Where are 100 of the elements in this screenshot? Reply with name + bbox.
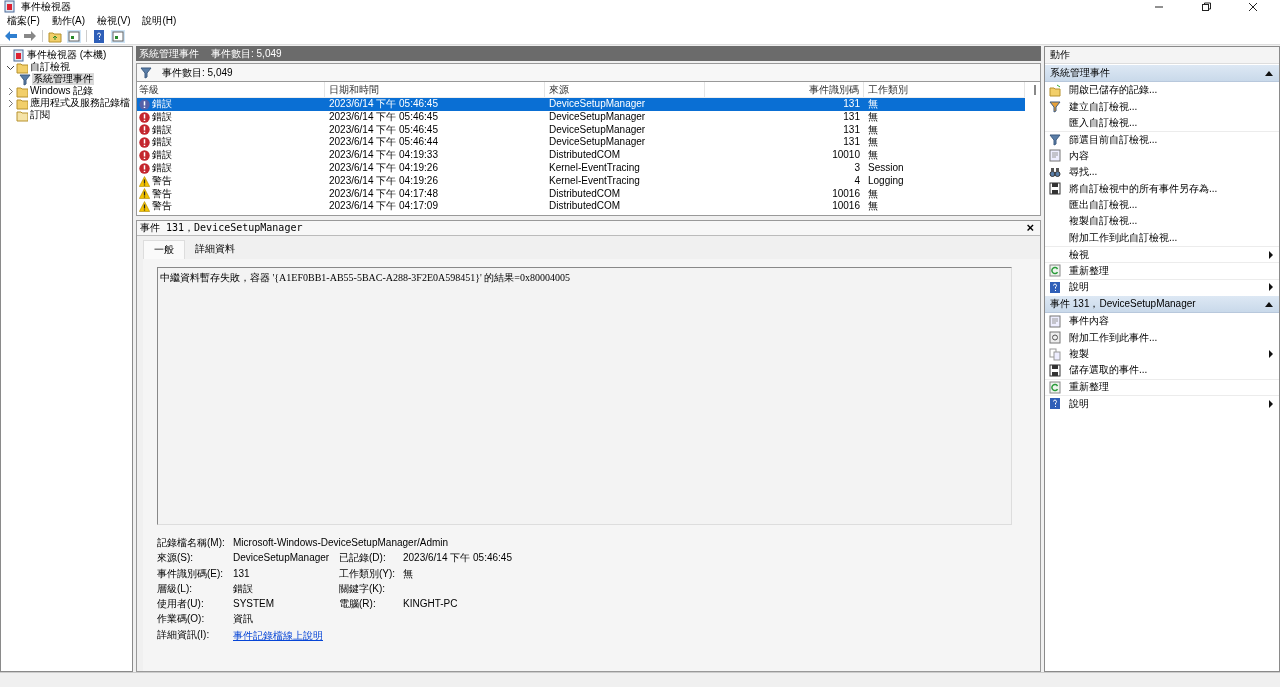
column-header[interactable]: 等級 [137,82,325,97]
table-cell-text: 2023/6/14 下午 05:46:45 [328,98,439,111]
field-value: 2023/6/14 下午 05:46:45 [403,552,513,564]
close-icon[interactable] [1248,1,1258,12]
section-header[interactable]: 事件 131，DeviceSetupManager [1045,296,1279,314]
up-folder-icon[interactable] [48,29,62,43]
table-cell-text: 10016 [831,187,861,201]
action-item[interactable]: 篩選目前自訂檢視... [1045,131,1279,148]
menu-item[interactable]: 檔案(F) [7,13,40,28]
action-item[interactable]: 重新整理 [1045,378,1279,396]
table-cell: 警告 [152,200,172,214]
field-value: SYSTEM [233,598,276,610]
field-value: Microsoft-Windows-DeviceSetupManager/Admin [233,537,450,549]
action-item[interactable]: 複製自訂檢視... [1045,213,1279,230]
event-row[interactable]: 錯誤 2023/6/14 下午 04:19:33 DistributedCOM 10010 無 [137,149,1025,162]
event-row[interactable]: 警告 2023/6/14 下午 04:17:48 DistributedCOM 10016 無 [137,187,1025,201]
table-cell-text: 無 [867,110,879,124]
column-header[interactable]: 日期和時間 [325,82,545,97]
table-cell-text: 無 [867,149,879,162]
action-item[interactable]: 內容 [1045,147,1279,164]
field-label: 來源(S): [157,552,195,564]
filter-icon [1049,133,1061,147]
help-link[interactable]: 事件記錄檔線上說明 [233,628,1012,643]
field-label: 已記錄(D): [339,552,387,564]
table-cell: 錯誤 [152,136,172,150]
close-button[interactable]: × [1026,222,1034,234]
menu-item[interactable]: 檢視(V) [97,13,131,28]
expand-icon[interactable] [6,98,15,108]
event-row[interactable]: 錯誤 2023/6/14 下午 05:46:44 DeviceSetupManager 131 無 [137,136,1025,150]
back-icon[interactable] [4,30,18,42]
action-item[interactable]: 尋找... [1045,163,1279,181]
table-cell: 錯誤 [152,123,172,137]
action-item[interactable]: 將自訂檢視中的所有事件另存為... [1045,180,1279,197]
expand-icon[interactable] [6,86,15,96]
folder-icon [16,84,28,98]
event-title: 事件 131，DeviceSetupManager [140,221,303,235]
field-value: 資訊 [233,613,254,625]
menu-item[interactable]: 動作(A) [51,13,86,28]
event-message: 中繼資料暫存失敗，容器 '{A1EF0BB1-AB55-5BAC-A288-3F2E0A598451}' 的結果=0x80004005 [160,272,570,283]
maximize-icon[interactable] [1201,1,1211,12]
action-item[interactable]: 附加工作到此事件... [1045,329,1279,346]
action-item[interactable]: 複製 [1045,345,1279,363]
action-item[interactable]: 事件內容 [1045,313,1279,330]
save-icon [1049,182,1061,196]
pane-icon[interactable] [111,29,125,43]
table-cell-text: 無 [867,136,879,150]
table-cell-text: DeviceSetupManager [548,98,647,111]
action-item[interactable]: 說明 [1045,278,1279,296]
table-cell-text: 10016 [831,200,861,214]
collapse-icon[interactable] [1265,70,1273,76]
event-row[interactable]: 警告 2023/6/14 下午 04:17:09 DistributedCOM 10016 無 [137,200,1025,214]
section-header[interactable]: 系統管理事件 [1045,65,1279,82]
tree-item[interactable]: 自訂檢視 [29,61,71,73]
action-item[interactable]: 說明 [1045,395,1279,412]
help-icon [1049,280,1061,294]
action-item[interactable]: 重新整理 [1045,262,1279,279]
event-row[interactable]: 錯誤 2023/6/14 下午 05:46:45 DeviceSetupManager 131 無 [137,98,1025,111]
table-cell-text: 無 [867,98,879,111]
table-cell-text: 無 [867,123,879,137]
action-item[interactable]: 附加工作到此自訂檢視... [1045,229,1279,246]
help-icon[interactable] [92,29,106,43]
event-row[interactable]: 警告 2023/6/14 下午 04:19:26 Kernel-EventTracing 4 Logging [137,174,1025,188]
action-item[interactable]: 檢視 [1045,245,1279,263]
table-cell-text: 無 [867,187,879,201]
tree-item[interactable]: Windows 記錄 [29,85,95,97]
section-title: 系統管理事件 [1050,66,1110,80]
field-label: 事件識別碼(E): [157,567,225,580]
table-cell-text: Kernel-EventTracing [548,174,641,188]
tree-item[interactable]: 事件檢視器 (本機) [26,49,108,61]
column-header[interactable]: 工作類別 [864,82,1025,97]
folder-icon [16,108,28,122]
table-cell-text: 2023/6/14 下午 04:19:26 [328,174,439,188]
event-row[interactable]: 錯誤 2023/6/14 下午 05:46:45 DeviceSetupManager 131 無 [137,110,1025,124]
column-header[interactable]: 事件識別碼 [705,82,864,97]
scrollbar-thumb[interactable] [1034,85,1036,95]
action-item[interactable]: 匯入自訂檢視... [1045,114,1279,132]
menu-item[interactable]: 說明(H) [142,13,177,28]
tab[interactable]: 詳細資料 [185,240,245,259]
table-cell-text: DistributedCOM [548,187,622,201]
app-icon [13,48,25,62]
table-cell-text: 3 [853,162,861,175]
forward-icon[interactable] [23,30,37,42]
action-item[interactable]: 建立自訂檢視... [1045,98,1279,115]
table-cell-text: DeviceSetupManager [548,136,647,150]
action-item[interactable]: 儲存選取的事件... [1045,362,1279,379]
event-row[interactable]: 錯誤 2023/6/14 下午 04:19:26 Kernel-EventTracing 3 Session [137,162,1025,175]
tab[interactable]: 一般 [143,240,185,259]
action-item[interactable]: 匯出自訂檢視... [1045,196,1279,214]
event-row[interactable]: 錯誤 2023/6/14 下午 05:46:45 DeviceSetupManager 131 無 [137,123,1025,137]
column-header[interactable]: 來源 [545,82,705,97]
tree-item[interactable]: 應用程式及服務記錄檔 [29,97,131,109]
filter-summary: 事件數目: 5,049 [162,65,233,80]
table-cell-text: Kernel-EventTracing [548,162,641,175]
tree-item[interactable]: 系統管理事件 [32,73,94,85]
table-cell-text: DistributedCOM [548,149,622,162]
action-item[interactable]: 開啟已儲存的記錄... [1045,82,1279,99]
tree-item[interactable]: 訂閱 [29,109,51,121]
table-cell-text: 2023/6/14 下午 05:46:45 [328,123,439,137]
collapse-icon[interactable] [1265,301,1273,308]
pane-icon[interactable] [67,29,81,43]
